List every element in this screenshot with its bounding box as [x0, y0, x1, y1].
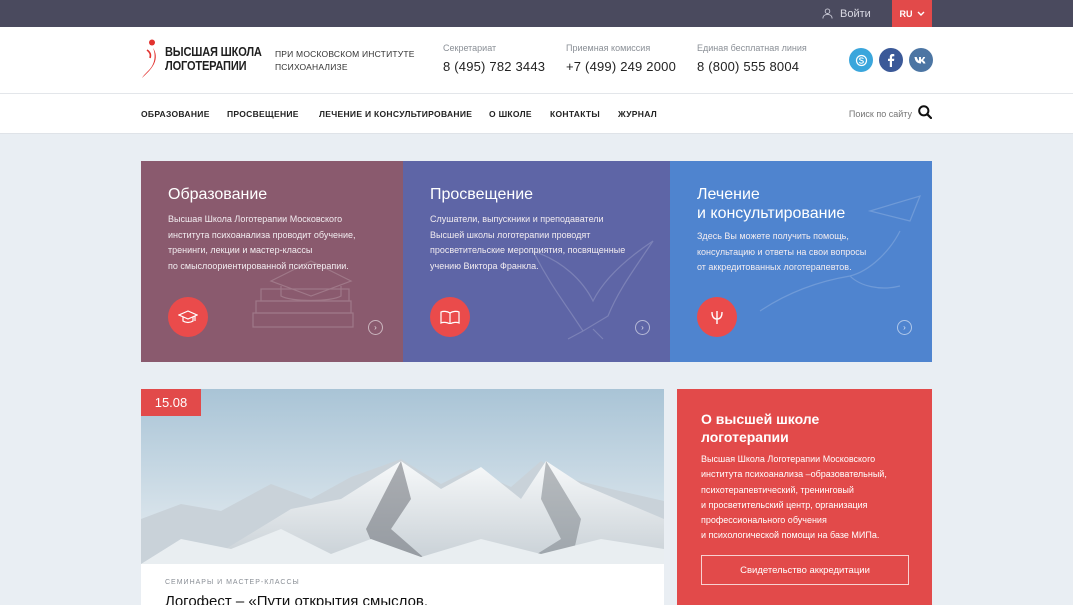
login-label: Войти	[840, 7, 871, 20]
site-logo[interactable]: ВЫСШАЯ ШКОЛА ЛОГОТЕРАПИИ	[141, 39, 295, 79]
card-text-line: по смыслоориентированной психотерапии.	[168, 260, 349, 271]
card-text-line: учению Виктора Франкла.	[430, 260, 539, 271]
card-text-line: Слушатели, выпускники и преподаватели	[430, 214, 604, 224]
top-bar: Войти RU	[0, 0, 1073, 27]
nav-item-about[interactable]: О ШКОЛЕ	[489, 109, 532, 119]
card-text-line: от аккредитованных логотерапевтов.	[697, 262, 852, 272]
contact-label: Приемная комиссия	[566, 43, 651, 53]
logo-tagline: ПРИ МОСКОВСКОМ ИНСТИТУТЕ ПСИХОАНАЛИЗЕ	[275, 49, 415, 72]
nav-item-enlightenment[interactable]: ПРОСВЕЩЕНИЕ	[227, 109, 299, 119]
about-text-line: психотерапевтический, тренинговый	[701, 484, 854, 495]
language-selector[interactable]: RU	[892, 0, 932, 27]
contact-label: Единая бесплатная линия	[697, 43, 807, 53]
card-title: Образование	[168, 186, 268, 203]
contact-hotline: Единая бесплатная линия 8 (800) 555 8004	[697, 43, 807, 74]
card-education[interactable]: Образование Высшая Школа Логотерапии Мос…	[141, 161, 403, 362]
contact-admissions: Приемная комиссия +7 (499) 249 2000	[566, 43, 676, 74]
card-text-line: Высшей школы логотерапии проводят	[430, 229, 591, 240]
login-link[interactable]: Войти	[822, 0, 871, 27]
card-title: Просвещение	[430, 186, 534, 203]
contact-phone[interactable]: +7 (499) 249 2000	[566, 59, 676, 74]
card-text-line: института психоанализа проводит обучение…	[168, 229, 356, 240]
news-title[interactable]: Логофест – «Пути открытия смыслов.	[165, 593, 428, 605]
user-icon	[822, 8, 833, 19]
card-text-line: консультацию и ответы на свои вопросы	[697, 246, 867, 257]
about-title-line: О высшей школе	[701, 411, 820, 427]
main-navigation: ОБРАЗОВАНИЕ ПРОСВЕЩЕНИЕ ЛЕЧЕНИЕ И КОНСУЛ…	[0, 94, 1073, 134]
logo-mark-icon	[142, 39, 156, 78]
language-label: RU	[899, 8, 913, 19]
logo-text: ВЫСШАЯ ШКОЛА ЛОГОТЕРАПИИ	[165, 44, 262, 73]
contact-label: Секретариат	[443, 43, 497, 53]
card-icon-circle	[430, 297, 470, 337]
about-text-line: Высшая Школа Логотерапии Московского	[701, 454, 876, 464]
card-text-line: Здесь Вы можете получить помощь,	[697, 231, 849, 241]
social-links	[849, 48, 933, 72]
nav-item-treatment[interactable]: ЛЕЧЕНИЕ И КОНСУЛЬТИРОВАНИЕ	[319, 109, 472, 119]
nav-item-contacts[interactable]: КОНТАКТЫ	[550, 109, 600, 119]
accreditation-button[interactable]: Свидетельство аккредитации	[701, 555, 909, 585]
about-text-line: и психологической помощи на базе МИПа.	[701, 530, 880, 541]
about-text-line: профессионального обучения	[701, 515, 827, 526]
facebook-icon[interactable]	[879, 48, 903, 72]
chevron-right-icon[interactable]: ›	[897, 320, 912, 335]
contact-secretariat: Секретариат 8 (495) 782 3443	[443, 43, 545, 74]
psi-icon	[711, 311, 723, 324]
card-title-line: и консультирование	[697, 205, 846, 222]
card-treatment[interactable]: Лечение и консультирование Здесь Вы может…	[670, 161, 932, 362]
chevron-right-icon[interactable]: ›	[635, 320, 650, 335]
card-text-line: Высшая Школа Логотерапии Московского	[168, 214, 343, 224]
nav-item-education[interactable]: ОБРАЗОВАНИЕ	[141, 109, 210, 119]
contact-phone[interactable]: 8 (495) 782 3443	[443, 59, 545, 74]
news-card[interactable]: 15.08 СЕМИНАРЫ И МАСТЕР-КЛАССЫ Логофест …	[141, 389, 664, 605]
about-text-line: и просветительский центр, организация	[701, 499, 868, 510]
nav-item-journal[interactable]: ЖУРНАЛ	[618, 109, 657, 119]
search-input[interactable]	[826, 104, 912, 124]
card-enlightenment[interactable]: Просвещение Слушатели, выпускники и преп…	[403, 161, 670, 362]
about-title-line: логотерапии	[701, 429, 789, 445]
site-header: ВЫСШАЯ ШКОЛА ЛОГОТЕРАПИИ ПРИ МОСКОВСКОМ …	[0, 27, 1073, 94]
chevron-right-icon[interactable]: ›	[368, 320, 383, 335]
card-title: Лечение и консультирование	[697, 185, 845, 223]
graduation-cap-icon	[178, 310, 198, 324]
about-text-line: института психоанализа –образовательный,	[701, 469, 887, 480]
about-description: Высшая Школа Логотерапии Московского инс…	[701, 452, 916, 544]
search-icon[interactable]	[918, 105, 932, 119]
about-school-panel: О высшей школе логотерапии Высшая Школа Л…	[677, 389, 932, 605]
card-text-line: тренинги, лекции и мастер-классы	[168, 245, 313, 255]
card-title-line: Лечение	[697, 186, 760, 203]
news-category[interactable]: СЕМИНАРЫ И МАСТЕР-КЛАССЫ	[165, 579, 300, 586]
about-title: О высшей школе логотерапии	[701, 410, 819, 446]
mountain-photo	[141, 389, 664, 564]
open-book-icon	[440, 310, 460, 324]
skype-icon[interactable]	[849, 48, 873, 72]
card-text-line: просветительские мероприятия, посвященны…	[430, 245, 626, 255]
card-icon-circle	[697, 297, 737, 337]
card-description: Слушатели, выпускники и преподаватели Вы…	[430, 212, 625, 274]
vk-icon[interactable]	[909, 48, 933, 72]
card-description: Высшая Школа Логотерапии Московского инс…	[168, 212, 356, 274]
card-icon-circle	[168, 297, 208, 337]
contact-phone[interactable]: 8 (800) 555 8004	[697, 59, 807, 74]
chevron-down-icon	[917, 11, 924, 16]
news-date-badge: 15.08	[141, 389, 201, 416]
card-description: Здесь Вы можете получить помощь, консуль…	[697, 229, 866, 276]
